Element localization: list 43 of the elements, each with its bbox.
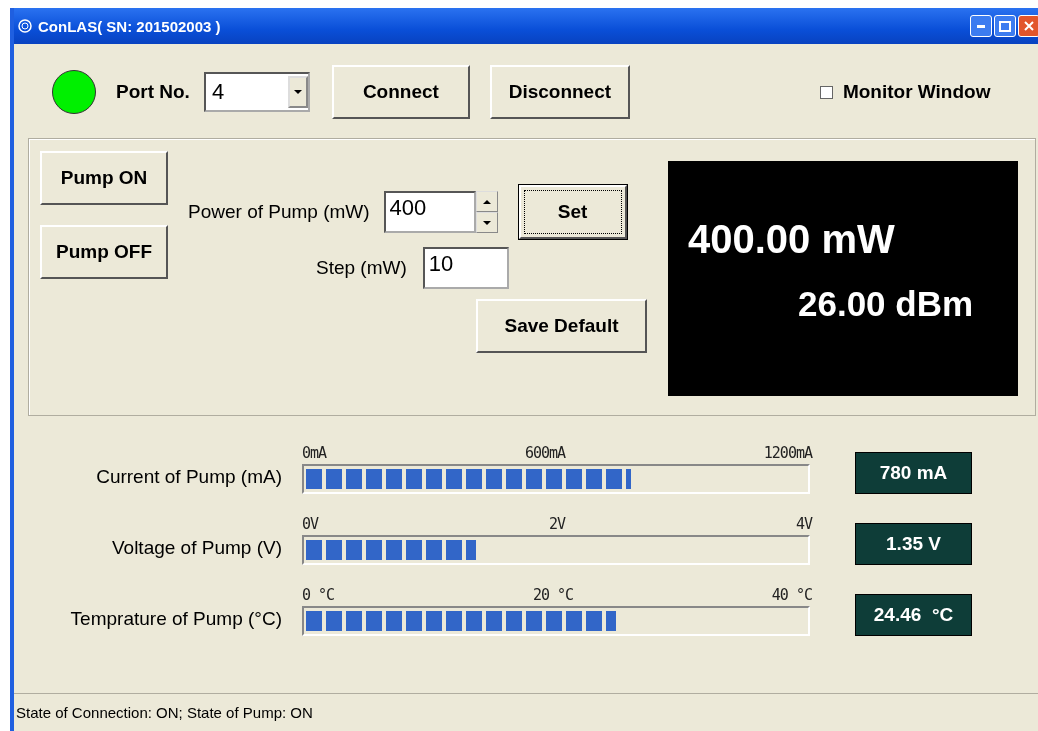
spin-up-button[interactable]: [475, 191, 498, 212]
scale-label: 2V: [548, 515, 566, 535]
port-dropdown[interactable]: 4: [203, 72, 310, 112]
scale-label: 20 °C: [532, 586, 574, 606]
reading-display: 780 mA: [855, 452, 972, 494]
meter-label: Current of Pump (mA): [96, 466, 282, 488]
dbm-readout: 26.00 dBm: [798, 284, 975, 324]
scale-label: 40 °C: [771, 586, 812, 606]
down-arrow-icon: [482, 220, 491, 225]
step-label: Step (mW): [316, 257, 407, 279]
minimize-icon: [977, 24, 985, 28]
scale-label: 1200mA: [763, 444, 812, 464]
set-button[interactable]: Set: [518, 185, 627, 239]
monitor-label: Monitor Window: [842, 81, 991, 103]
power-input[interactable]: 400: [383, 191, 476, 233]
spin-down-button[interactable]: [475, 212, 498, 233]
monitor-checkbox[interactable]: [819, 85, 833, 99]
save-default-button[interactable]: Save Default: [476, 299, 647, 353]
minimize-button[interactable]: [970, 15, 992, 37]
close-button[interactable]: [1018, 15, 1038, 37]
scale-label: 0 °C: [302, 586, 335, 606]
reading-display: 1.35 V: [855, 523, 972, 565]
close-icon: [1024, 21, 1034, 31]
window-title: ConLAS( SN: 201502003 ): [38, 17, 221, 35]
connect-button[interactable]: Connect: [331, 65, 470, 119]
status-text: State of Connection: ON; State of Pump: ON: [16, 704, 313, 721]
pump-off-button[interactable]: Pump OFF: [40, 225, 168, 279]
reading-display: 24.46 °C: [855, 594, 972, 636]
step-input[interactable]: 10: [422, 247, 509, 289]
power-readout: 400.00 mW: [688, 217, 896, 262]
scale-label: 600mA: [524, 444, 566, 464]
meter-label: Temprature of Pump (°C): [70, 608, 282, 630]
scale-label: 0V: [302, 515, 319, 535]
scale-label: 0mA: [302, 444, 327, 464]
scale-label: 4V: [795, 515, 812, 535]
disconnect-button[interactable]: Disconnect: [489, 65, 630, 119]
meter-label: Voltage of Pump (V): [111, 537, 282, 559]
up-arrow-icon: [482, 199, 491, 204]
pump-on-button[interactable]: Pump ON: [40, 151, 168, 205]
maximize-icon: [999, 20, 1011, 32]
maximize-button[interactable]: [994, 15, 1016, 37]
power-label: Power of Pump (mW): [188, 201, 370, 223]
port-label: Port No.: [116, 81, 190, 103]
